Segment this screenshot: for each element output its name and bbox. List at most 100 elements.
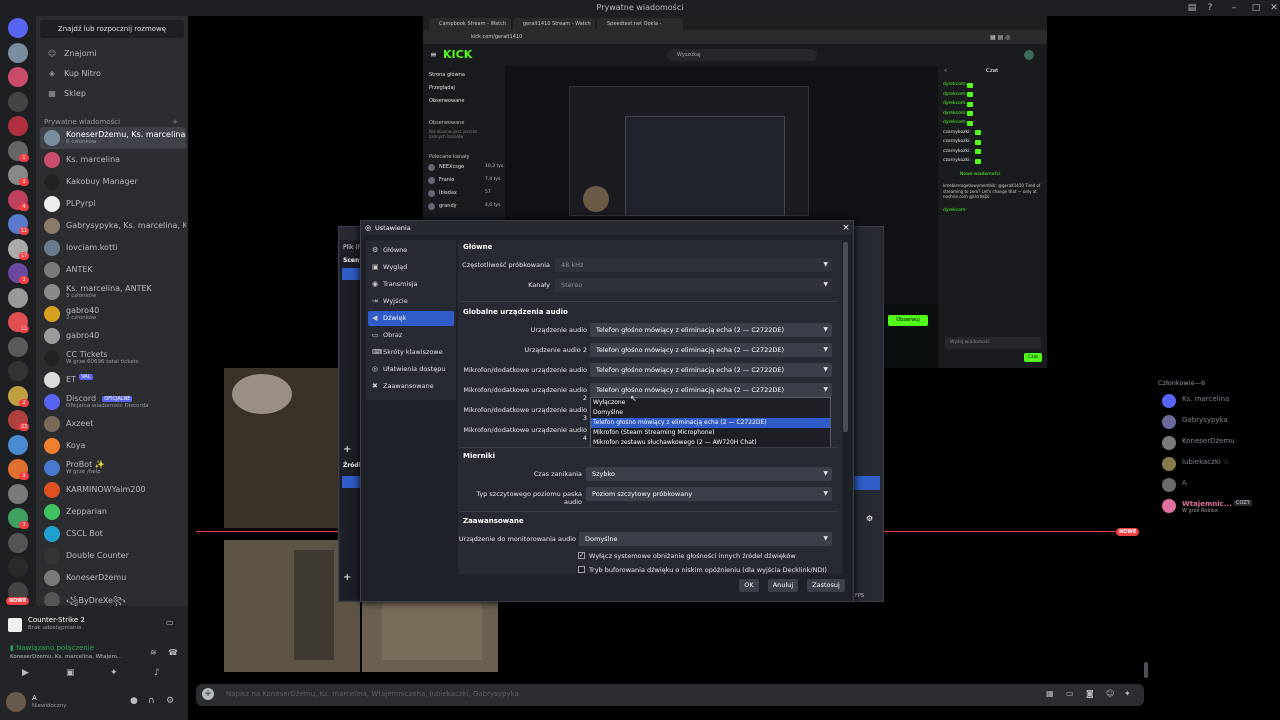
server-icon[interactable] [8, 67, 28, 87]
settings-tab-ułatwienia dostępu[interactable]: ◎ Ułatwienia dostępu [368, 362, 454, 377]
chat-send-button[interactable]: Czat [1024, 353, 1042, 362]
stream-icon[interactable]: ▭ [166, 618, 174, 627]
member-item[interactable]: A [1162, 476, 1272, 494]
member-item[interactable]: KoneserDżemu [1162, 434, 1272, 452]
dm-item[interactable]: Zepparian [40, 501, 186, 523]
add-source-icon[interactable]: + [343, 572, 351, 583]
server-icon[interactable] [8, 361, 28, 381]
dm-item[interactable]: CC Tickets W grze 60696 total tickets [40, 347, 186, 369]
kick-nav-browse[interactable]: Przeglądaj [429, 85, 455, 91]
add-dm-icon[interactable]: + [172, 118, 178, 126]
recommended-channel-name[interactable]: Ibisdax [439, 190, 457, 196]
apps-icon[interactable]: ✦ [1124, 689, 1131, 698]
member-item[interactable]: lubiekaczki ☆ [1162, 455, 1272, 473]
menu-icon[interactable]: ≡ [430, 50, 437, 59]
settings-icon[interactable]: ⚙ [166, 696, 174, 706]
dm-item[interactable]: Kakobuy Manager [40, 171, 186, 193]
profile-avatar[interactable] [1024, 50, 1034, 60]
dropdown-option[interactable]: Domyślne [591, 408, 830, 418]
cancel-button[interactable]: Anuluj [768, 579, 798, 592]
gift-icon[interactable]: ▦ [1046, 689, 1054, 698]
kick-nav-following[interactable]: Obserwowane [429, 98, 464, 104]
dm-item[interactable]: Ks. marcelina, ANTEK 3 członków [40, 281, 186, 303]
camera-icon[interactable]: ▶ [22, 668, 29, 678]
peak-select[interactable]: Poziom szczytowy próbkowany ▼ [586, 487, 832, 501]
nav-friends[interactable]: ☺ Znajomi [42, 45, 182, 63]
dm-item[interactable]: Axzeet [40, 413, 186, 435]
ok-button[interactable]: OK [739, 579, 759, 592]
sample-rate-select[interactable]: 48 kHz ▼ [555, 258, 832, 272]
follow-button[interactable]: Obserwuj [888, 315, 928, 326]
screen-share-icon[interactable]: ▣ [66, 668, 75, 678]
microphone-icon[interactable]: ● [130, 696, 138, 706]
server-icon[interactable] [8, 557, 28, 577]
voice-channel[interactable]: KoneserDżemu, Ks. marcelina, Wtajem... [10, 654, 122, 660]
obs-scene-item[interactable] [342, 268, 362, 280]
kick-search[interactable]: Wyszukaj [667, 49, 817, 61]
dm-item[interactable]: gabro40 [40, 325, 186, 347]
low-latency-checkbox[interactable] [578, 566, 585, 573]
browser-url[interactable]: kick.com/geralt1410 [423, 30, 1047, 44]
dropdown-option[interactable]: Mikrofon (Steam Streaming Microphone) [591, 428, 830, 438]
browser-tab[interactable]: Speedtest.net Ookla - globalny ... [597, 18, 683, 39]
recommended-channel-name[interactable]: Franio [439, 177, 454, 183]
kick-logo[interactable]: KICK [443, 48, 472, 61]
soundboard-icon[interactable]: ♪ [154, 668, 160, 678]
settings-tab-zaawansowane[interactable]: ✖ Zaawansowane [368, 379, 454, 394]
recommended-channel-name[interactable]: NEEXcsgo [439, 164, 464, 170]
server-icon[interactable] [8, 532, 28, 553]
audio-device-select[interactable]: Telefon głośno mówiący z eliminacją echa… [590, 363, 832, 377]
dm-item[interactable]: ET VAL [40, 369, 186, 391]
message-input[interactable]: + Napisz na KoneserDżemu, Ks. marcelina,… [196, 684, 1144, 706]
help-icon[interactable]: ? [1198, 0, 1222, 16]
nav-shop[interactable]: ▦ Sklep [42, 85, 182, 103]
audio-device-select[interactable]: Telefon głośno mówiący z eliminacją echa… [590, 323, 832, 337]
settings-tab-dźwięk[interactable]: ◀ Dźwięk [368, 311, 454, 326]
settings-tab-główne[interactable]: ⚙ Główne [368, 243, 454, 258]
gif-icon[interactable]: ▭ [1066, 689, 1074, 698]
decay-select[interactable]: Szybko ▼ [586, 467, 832, 481]
channels-select[interactable]: Stereo ▼ [555, 278, 832, 292]
dm-item[interactable]: KoneserDżemu, Ks. marcelina... 6 członków [40, 127, 186, 149]
dm-item[interactable]: Koya [40, 435, 186, 457]
recommended-channel-name[interactable]: grandy [439, 203, 457, 209]
add-scene-icon[interactable]: + [343, 444, 351, 455]
dm-item[interactable]: CSCL Bot [40, 523, 186, 545]
server-icon[interactable] [8, 42, 28, 63]
add-attachment-icon[interactable]: + [202, 688, 214, 700]
dm-item[interactable]: gabro40 2 członków [40, 303, 186, 325]
close-icon[interactable]: × [840, 221, 852, 235]
sticker-icon[interactable]: ◙ [1086, 689, 1094, 698]
dm-item[interactable]: lovciam.kotti [40, 237, 186, 259]
server-icon[interactable] [8, 483, 28, 504]
obs-menu[interactable]: Plik (F [343, 244, 361, 251]
avatar[interactable] [6, 692, 26, 712]
settings-scrollbar-thumb[interactable] [843, 242, 848, 432]
apply-button[interactable]: Zastosuj [807, 579, 845, 592]
dm-item[interactable]: Ks. marcelina [40, 149, 186, 171]
dm-search-button[interactable]: Znajdź lub rozpocznij rozmowę [40, 20, 184, 38]
headphones-icon[interactable]: ∩ [148, 696, 155, 706]
server-icon[interactable] [8, 116, 28, 136]
member-item[interactable]: Ks. marcelina [1162, 392, 1272, 410]
server-icon[interactable] [8, 434, 28, 455]
extensions-icon[interactable]: ▦ ▤ ◎ [990, 34, 1010, 41]
kick-nav-home[interactable]: Strona główna [429, 72, 465, 78]
audio-device-select[interactable]: Telefon głośno mówiący z eliminacją echa… [590, 343, 832, 357]
dropdown-option[interactable]: Telefon głośno mówiący z eliminacją echa… [591, 418, 830, 428]
obs-control-button[interactable] [854, 476, 880, 490]
dm-item[interactable]: ANTEK [40, 259, 186, 281]
settings-tab-skróty klawiszowe[interactable]: ⌨ Skróty klawiszowe [368, 345, 454, 360]
dm-item[interactable]: Double Counter [40, 545, 186, 567]
dm-item[interactable]: Discord OFICJALNE Oficjalna wiadomość Disc… [40, 391, 186, 413]
nav-nitro[interactable]: ◈ Kup Nitro [42, 65, 182, 83]
audio-device-select[interactable]: Telefon głośno mówiący z eliminacją echa… [590, 383, 832, 397]
emoji-icon[interactable]: ☺ [1106, 689, 1114, 698]
browser-tab[interactable]: Campbook Stream - Watch ... [429, 18, 511, 39]
server-icon[interactable] [8, 91, 28, 112]
dm-item[interactable]: ProBot ✨ W grze /help [40, 457, 186, 479]
minimize-button[interactable]: – [1222, 0, 1246, 16]
chat-scrollbar[interactable] [1144, 662, 1148, 678]
monitor-select[interactable]: Domyślne ▼ [579, 532, 832, 546]
browser-tab[interactable]: geralt1410 Stream - Watch ... [513, 18, 595, 39]
